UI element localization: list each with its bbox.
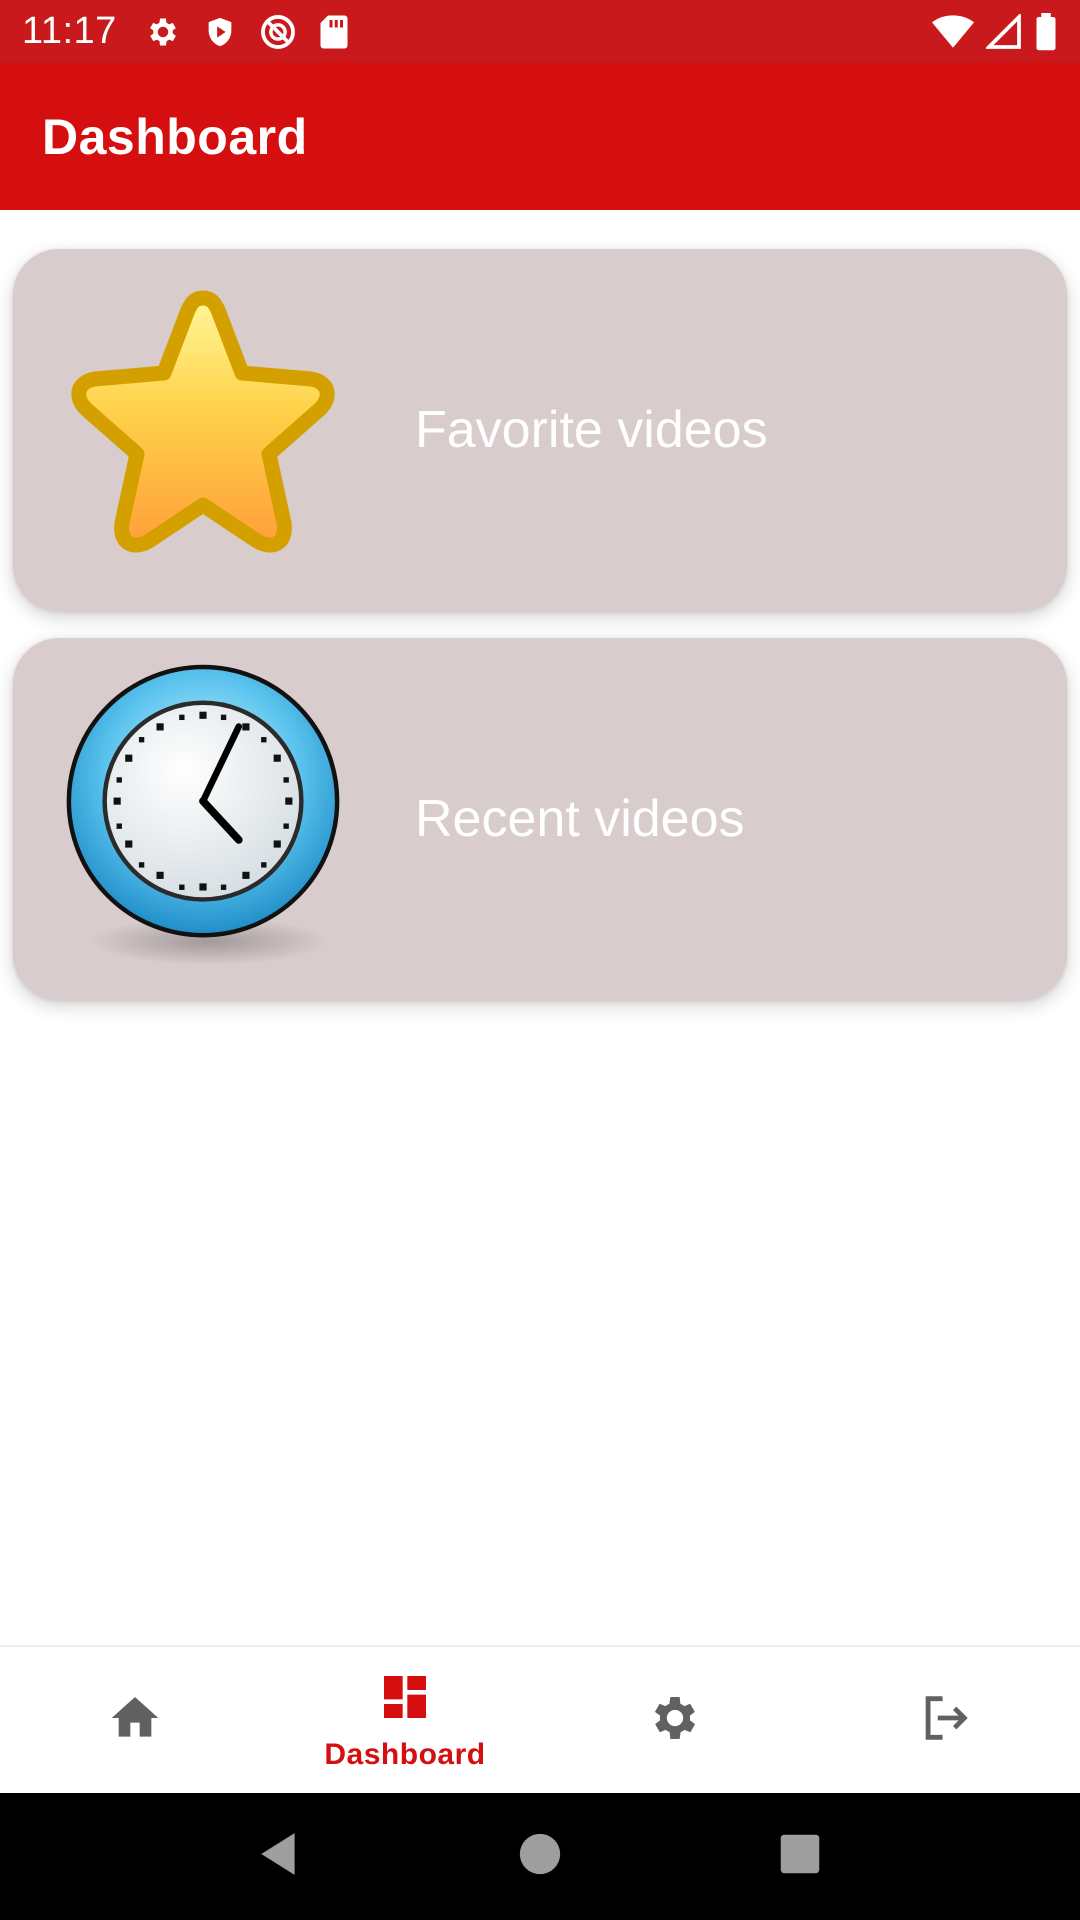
favorite-videos-card[interactable]: Favorite videos — [13, 249, 1067, 611]
back-icon — [255, 1828, 305, 1885]
battery-icon — [1034, 12, 1058, 51]
no-sync-icon — [259, 13, 297, 51]
favorite-videos-label: Favorite videos — [415, 401, 768, 459]
nav-item-dashboard[interactable]: Dashboard — [270, 1647, 540, 1793]
recents-button[interactable] — [755, 1812, 845, 1902]
star-icon — [43, 275, 363, 585]
app-bar: Dashboard — [0, 63, 1080, 210]
settings-icon — [647, 1690, 703, 1751]
shield-play-icon — [203, 14, 237, 50]
nav-item-home[interactable] — [0, 1647, 270, 1793]
status-bar: 11:17 — [0, 0, 1080, 63]
home-button[interactable] — [495, 1812, 585, 1902]
wifi-icon — [932, 14, 974, 50]
nav-label-dashboard: Dashboard — [324, 1737, 486, 1771]
status-left-icons — [145, 13, 349, 51]
recent-videos-card[interactable]: Recent videos — [13, 638, 1067, 1000]
clock-icon — [43, 664, 363, 974]
logout-icon — [916, 1689, 974, 1752]
status-right-icons — [932, 12, 1058, 51]
home-icon — [107, 1690, 163, 1751]
home-circle-icon — [518, 1832, 562, 1881]
page-title: Dashboard — [42, 108, 308, 165]
recents-icon — [779, 1833, 821, 1880]
dashboard-icon — [377, 1669, 433, 1730]
screen: 11:17 Dashboard Favorite videos Recent v… — [0, 0, 1080, 1920]
nav-item-logout[interactable] — [810, 1647, 1080, 1793]
bottom-navigation: Dashboard — [0, 1645, 1080, 1793]
gear-icon — [145, 14, 181, 50]
recent-videos-label: Recent videos — [415, 790, 745, 848]
sd-card-icon — [319, 14, 349, 50]
signal-icon — [986, 13, 1022, 50]
dashboard-content: Favorite videos Recent videos — [0, 210, 1080, 1645]
nav-item-settings[interactable] — [540, 1647, 810, 1793]
status-time: 11:17 — [22, 10, 117, 52]
system-navigation-bar — [0, 1793, 1080, 1920]
back-button[interactable] — [235, 1812, 325, 1902]
